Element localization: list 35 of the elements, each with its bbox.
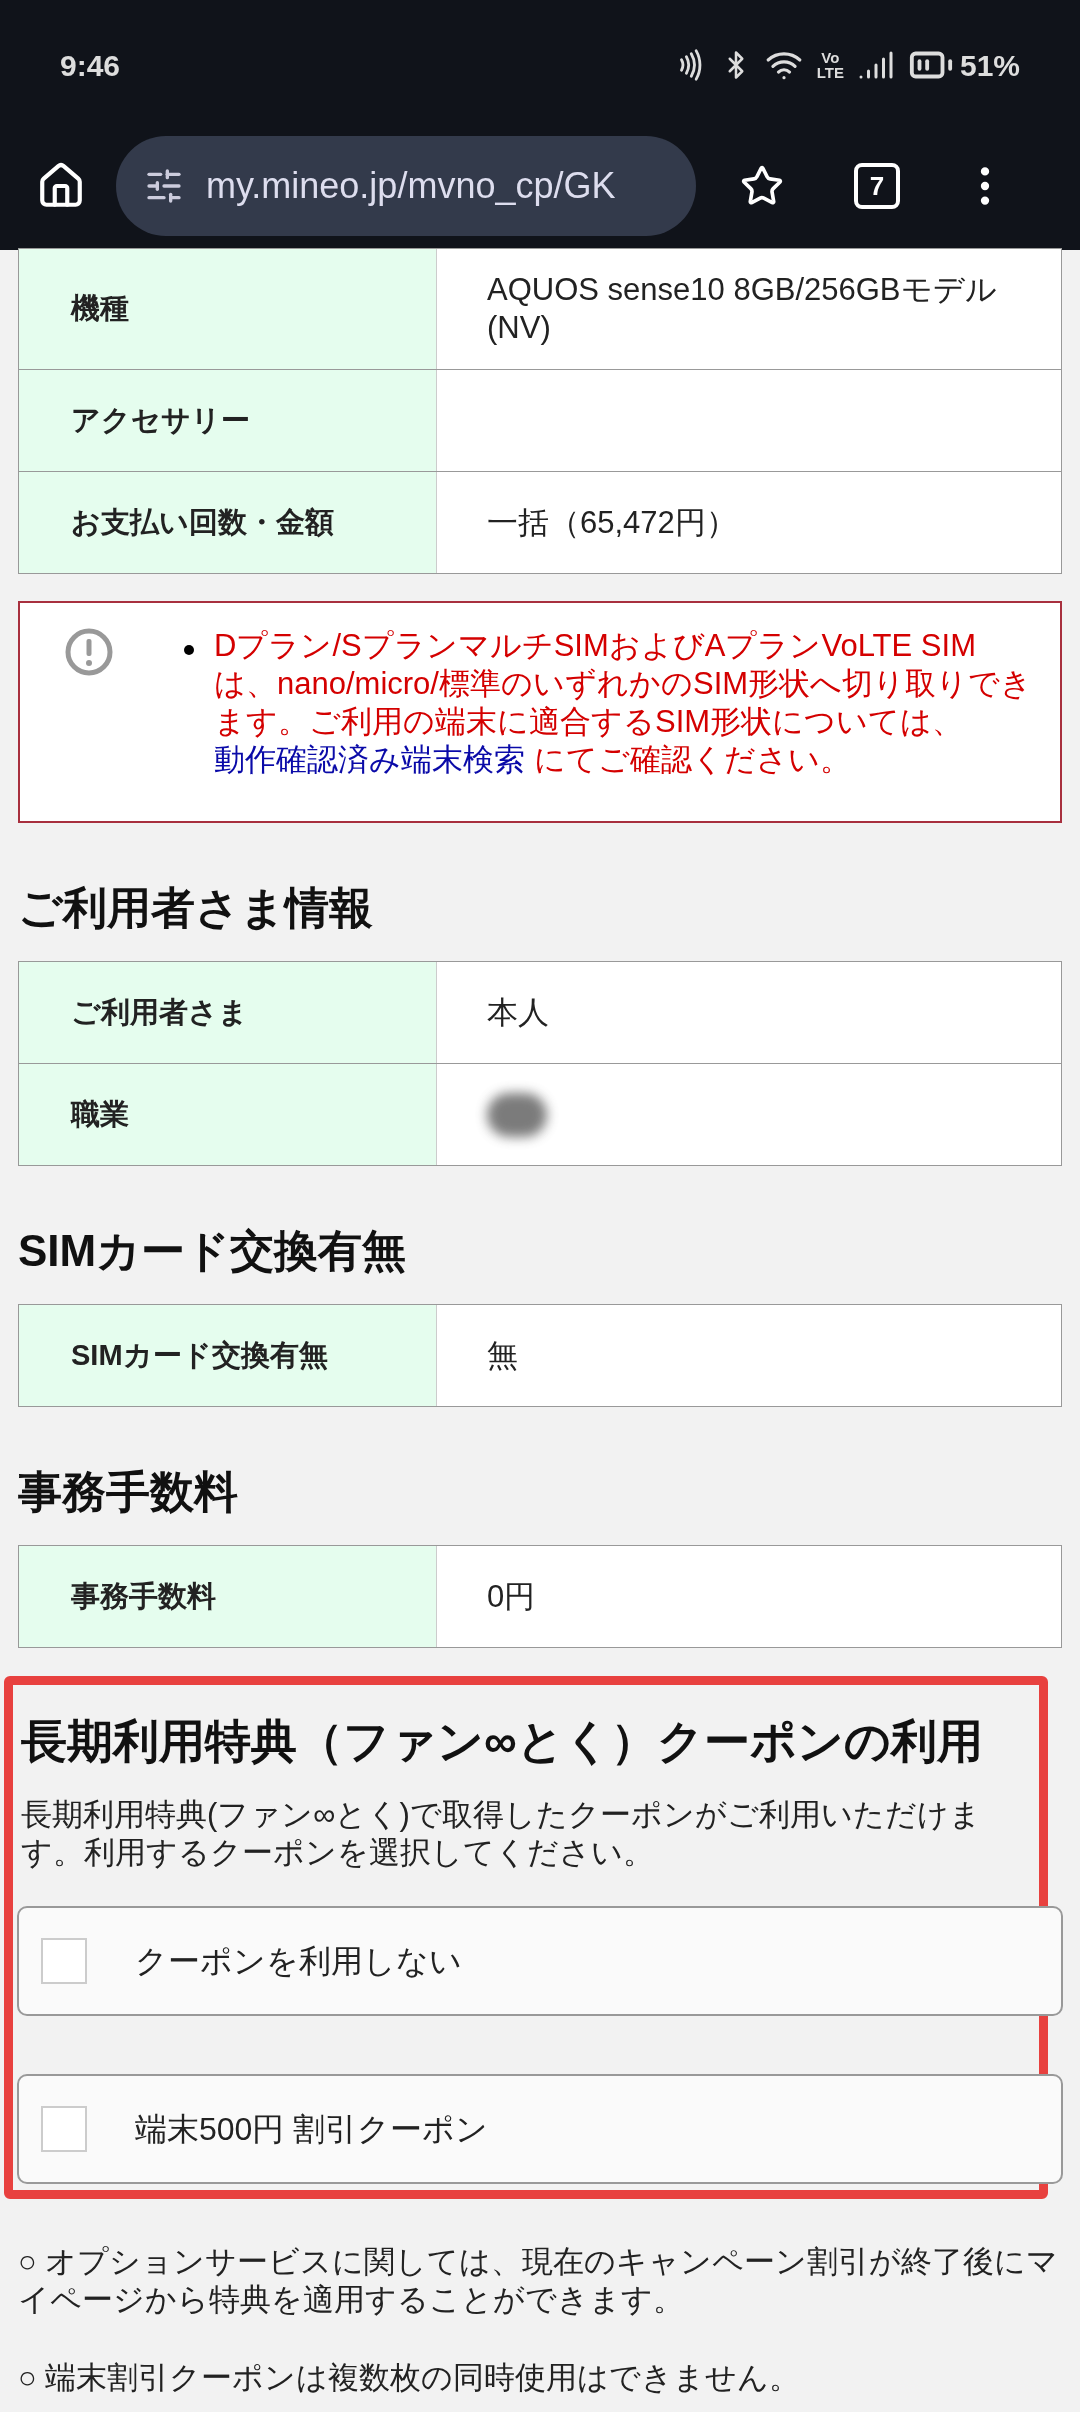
device-search-link[interactable]: 動作確認済み端末検索 — [214, 742, 525, 777]
coupon-description: 長期利用特典(ファン∞とく)で取得したクーポンがご利用いただけます。利用するクーポンを選択してください。 — [20, 1796, 982, 1872]
coupon-option[interactable]: クーポンを利用しない — [17, 1906, 1063, 2016]
row-label: 事務手数料 — [71, 1578, 216, 1614]
coupon-option[interactable]: 端末500円 割引クーポン — [17, 2074, 1063, 2184]
site-settings-icon[interactable] — [144, 166, 184, 206]
volte-label: Vo LTE — [816, 50, 844, 80]
checkbox[interactable] — [41, 1938, 87, 1984]
row-value: 本人 — [487, 993, 549, 1032]
row-label: 職業 — [71, 1096, 129, 1132]
tab-count-button[interactable]: 7 — [854, 163, 900, 209]
bullet-icon — [184, 645, 194, 655]
note-text: ○ オプションサービスに関しては、現在のキャンペーン割引が終了後にマイページから特典を適用することができます。 — [18, 2243, 1060, 2319]
section-heading: 長期利用特典（ファン∞とく）クーポンの利用 — [20, 1714, 984, 1769]
row-value: 0円 — [487, 1577, 536, 1616]
row-label: アクセサリー — [71, 402, 250, 438]
exclamation-circle-icon — [64, 627, 114, 677]
row-value: 一括（65,472円） — [487, 503, 737, 542]
section-heading: ご利用者さま情報 — [17, 882, 374, 934]
row-value: 無 — [487, 1336, 518, 1375]
url-text: my.mineo.jp/mvno_cp/GK — [206, 164, 616, 208]
status-time: 9:46 — [60, 47, 121, 84]
notice-text: Dプラン/SプランマルチSIMおよびAプランVoLTE SIMは、nano/micro/標準のいずれかのSIM形状へ切り取りできます。ご利用の端末に適合するSIM形状については、 動作確認済み端末検索 にてご確認ください。 — [214, 627, 1034, 779]
blurred-value — [487, 1092, 547, 1137]
address-bar[interactable]: my.mineo.jp/mvno_cp/GK — [116, 136, 696, 236]
row-label: ご利用者さま — [71, 994, 248, 1030]
row-value: AQUOS sense10 8GB/256GBモデル(NV) — [487, 271, 998, 347]
note-text: ○ 端末割引クーポンは複数枚の同時使用はできません。 — [18, 2359, 802, 2397]
section-heading: SIMカード交換有無 — [17, 1225, 408, 1277]
checkbox[interactable] — [41, 2106, 87, 2152]
row-label: お支払い回数・金額 — [71, 504, 334, 540]
row-label: SIMカード交換有無 — [71, 1337, 328, 1373]
row-label: 機種 — [71, 291, 129, 327]
section-heading: 事務手数料 — [17, 1466, 239, 1518]
battery-percent: 51% — [959, 47, 1020, 84]
